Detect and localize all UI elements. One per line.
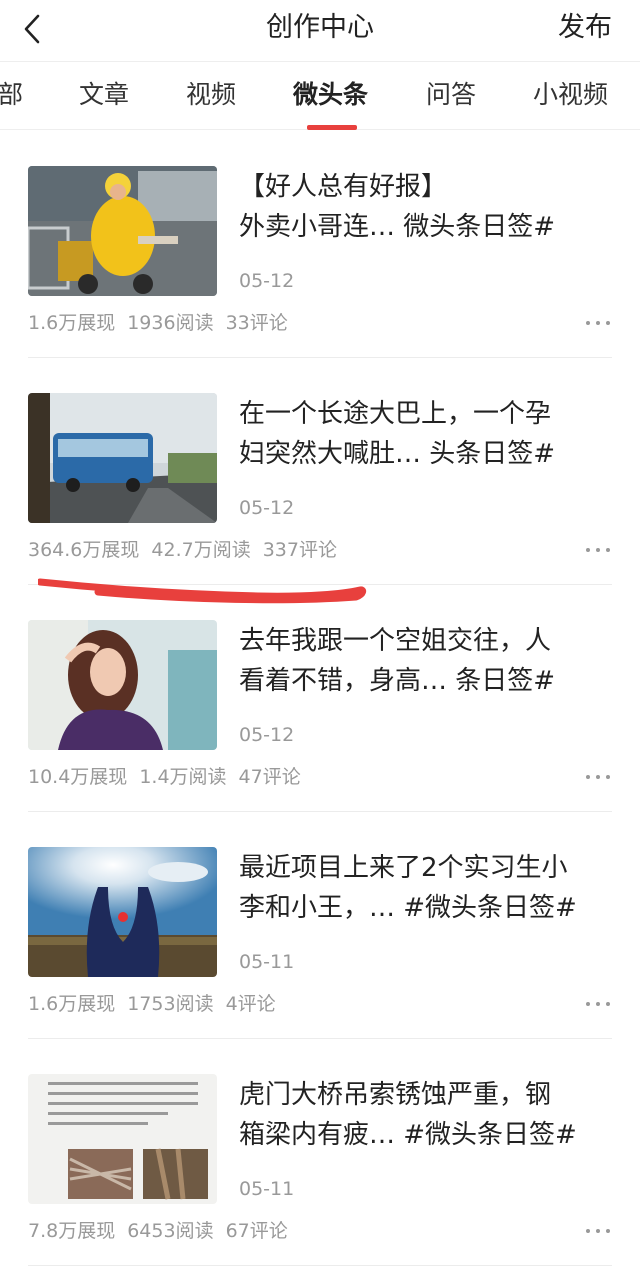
reads-count: 6453阅读	[127, 1220, 214, 1242]
post-title-line: 外卖小哥连… 微头条日签#	[239, 212, 556, 242]
comments-count: 4评论	[225, 993, 276, 1015]
more-options-icon[interactable]	[586, 313, 610, 333]
post-date: 05-12	[239, 724, 295, 746]
category-tabs: 部 文章 视频 微头条 问答 小视频	[0, 62, 640, 130]
reads-count: 42.7万阅读	[151, 539, 251, 561]
tab-micro-posts[interactable]: 微头条	[293, 78, 368, 112]
post-title[interactable]: 最近项目上来了2个实习生小 李和小王，… #微头条日签#	[239, 848, 609, 932]
post-date: 05-11	[239, 1178, 295, 1200]
comments-count: 47评论	[238, 766, 301, 788]
reads-count: 1.4万阅读	[139, 766, 227, 788]
comments-count: 337评论	[262, 539, 337, 561]
post-item[interactable]: 【好人总有好报】 外卖小哥连… 微头条日签# 05-12 1.6万展现 1936阅…	[0, 131, 640, 358]
tab-videos[interactable]: 视频	[186, 78, 236, 112]
tab-qa[interactable]: 问答	[426, 78, 476, 112]
post-title-line: 【好人总有好报】	[239, 172, 448, 202]
more-options-icon[interactable]	[586, 767, 610, 787]
post-title-line: 在一个长途大巴上，一个孕	[239, 399, 552, 429]
impressions-count: 1.6万展现	[28, 312, 116, 334]
post-stats: 10.4万展现 1.4万阅读 47评论	[28, 764, 313, 790]
reads-count: 1753阅读	[127, 993, 214, 1015]
top-bar: 创作中心 发布	[0, 0, 640, 62]
post-date: 05-12	[239, 270, 295, 292]
post-thumbnail	[28, 620, 217, 750]
post-stats: 364.6万展现 42.7万阅读 337评论	[28, 537, 349, 563]
divider	[28, 1265, 612, 1266]
active-tab-indicator	[307, 125, 357, 130]
impressions-count: 7.8万展现	[28, 1220, 116, 1242]
post-thumbnail	[28, 847, 217, 977]
post-stats: 1.6万展现 1936阅读 33评论	[28, 310, 300, 336]
post-date: 05-12	[239, 497, 295, 519]
post-item[interactable]: 虎门大桥吊索锈蚀严重，钢 箱梁内有疲… #微头条日签# 05-11 7.8万展现…	[0, 1039, 640, 1266]
more-options-icon[interactable]	[586, 540, 610, 560]
post-thumbnail	[28, 166, 217, 296]
post-title-line: 李和小王，… #微头条日签#	[239, 893, 577, 923]
post-date: 05-11	[239, 951, 295, 973]
post-title[interactable]: 去年我跟一个空姐交往，人 看着不错，身高… 条日签#	[239, 621, 609, 705]
tab-all[interactable]: 部	[0, 78, 23, 112]
post-title-line: 去年我跟一个空姐交往，人	[239, 626, 552, 656]
impressions-count: 1.6万展现	[28, 993, 116, 1015]
post-title-line: 最近项目上来了2个实习生小	[239, 853, 568, 883]
more-options-icon[interactable]	[586, 994, 610, 1014]
post-stats: 1.6万展现 1753阅读 4评论	[28, 991, 288, 1017]
post-item[interactable]: 在一个长途大巴上，一个孕 妇突然大喊肚… 头条日签# 05-12 364.6万展…	[0, 358, 640, 585]
reads-count: 1936阅读	[127, 312, 214, 334]
post-title-line: 看着不错，身高… 条日签#	[239, 666, 556, 696]
post-list: 【好人总有好报】 外卖小哥连… 微头条日签# 05-12 1.6万展现 1936阅…	[0, 131, 640, 1266]
impressions-count: 10.4万展现	[28, 766, 128, 788]
post-item[interactable]: 去年我跟一个空姐交往，人 看着不错，身高… 条日签# 05-12 10.4万展现…	[0, 585, 640, 812]
post-title-line: 虎门大桥吊索锈蚀严重，钢	[239, 1080, 552, 1110]
comments-count: 67评论	[225, 1220, 288, 1242]
post-title-line: 箱梁内有疲… #微头条日签#	[239, 1120, 577, 1150]
post-title[interactable]: 在一个长途大巴上，一个孕 妇突然大喊肚… 头条日签#	[239, 394, 609, 478]
impressions-count: 364.6万展现	[28, 539, 140, 561]
publish-button[interactable]: 发布	[558, 10, 612, 46]
tab-articles[interactable]: 文章	[79, 78, 129, 112]
post-thumbnail	[28, 1074, 217, 1204]
post-thumbnail	[28, 393, 217, 523]
more-options-icon[interactable]	[586, 1221, 610, 1241]
page-title: 创作中心	[266, 12, 374, 43]
post-stats: 7.8万展现 6453阅读 67评论	[28, 1218, 300, 1244]
post-title-line: 妇突然大喊肚… 头条日签#	[239, 439, 556, 469]
post-title[interactable]: 【好人总有好报】 外卖小哥连… 微头条日签#	[239, 167, 609, 251]
comments-count: 33评论	[225, 312, 288, 334]
post-title[interactable]: 虎门大桥吊索锈蚀严重，钢 箱梁内有疲… #微头条日签#	[239, 1075, 609, 1159]
tab-short-videos[interactable]: 小视频	[533, 78, 608, 112]
post-item[interactable]: 最近项目上来了2个实习生小 李和小王，… #微头条日签# 05-11 1.6万展…	[0, 812, 640, 1039]
